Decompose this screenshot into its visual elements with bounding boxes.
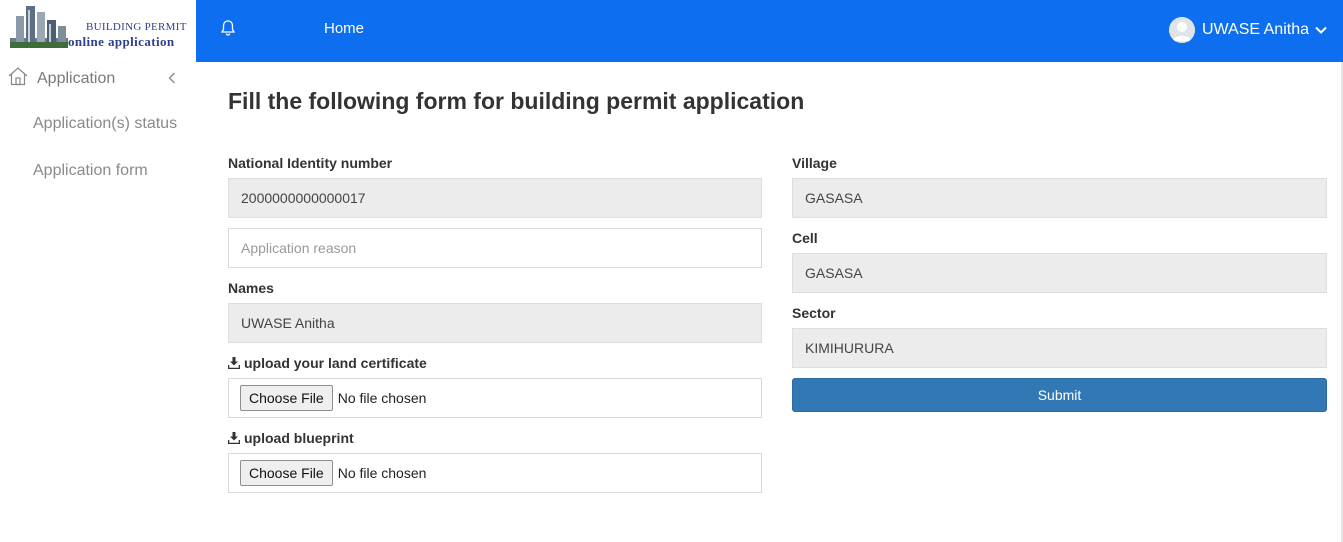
land-certificate-file-input: Choose File No file chosen	[228, 378, 762, 418]
sector-field[interactable]: KIMIHURURA	[792, 328, 1327, 368]
submit-button[interactable]: Submit	[792, 378, 1327, 412]
land-certificate-choose-file-button[interactable]: Choose File	[240, 385, 333, 411]
names-label: Names	[228, 280, 274, 296]
cell-field[interactable]: GASASA	[792, 253, 1327, 293]
blueprint-label-text: upload blueprint	[244, 430, 354, 446]
sidebar-item-application-status[interactable]: Application(s) status	[33, 115, 177, 133]
sector-label: Sector	[792, 305, 836, 321]
national-id-label: National Identity number	[228, 155, 393, 171]
nav-home-link[interactable]: Home	[324, 20, 364, 37]
sidebar: Application Application(s) status Applic…	[0, 62, 196, 542]
home-icon	[8, 67, 28, 86]
village-label: Village	[792, 155, 837, 171]
bell-icon[interactable]	[220, 19, 236, 37]
chevron-left-icon	[168, 72, 175, 84]
logo-title: BUILDING PERMIT	[86, 21, 187, 33]
sidebar-item-application[interactable]: Application	[0, 62, 196, 96]
blueprint-file-status: No file chosen	[337, 465, 427, 481]
page-title: Fill the following form for building per…	[228, 88, 805, 114]
national-id-field[interactable]: 2000000000000017	[228, 178, 762, 218]
download-icon	[228, 357, 240, 369]
download-icon	[228, 432, 240, 444]
village-field[interactable]: GASASA	[792, 178, 1327, 218]
blueprint-file-input: Choose File No file chosen	[228, 453, 762, 493]
logo-subtitle: online application	[68, 34, 175, 49]
cell-label: Cell	[792, 230, 818, 246]
top-navbar: Home UWASE Anitha	[196, 0, 1343, 62]
sidebar-item-application-form[interactable]: Application form	[33, 162, 148, 180]
user-name: UWASE Anitha	[1201, 21, 1309, 38]
names-field[interactable]: UWASE Anitha	[228, 303, 762, 343]
app-logo[interactable]: BUILDING PERMIT online application	[0, 0, 196, 62]
chevron-down-icon	[1315, 26, 1327, 34]
sidebar-item-label: Application	[37, 70, 116, 87]
land-certificate-label: upload your land certificate	[228, 355, 427, 371]
building-logo-icon	[10, 6, 68, 48]
land-certificate-label-text: upload your land certificate	[244, 355, 427, 371]
user-avatar-icon	[1168, 17, 1195, 43]
application-reason-input[interactable]	[228, 228, 762, 268]
user-menu[interactable]: UWASE Anitha	[1168, 16, 1327, 44]
land-certificate-file-status: No file chosen	[337, 390, 427, 406]
main-content: Fill the following form for building per…	[196, 62, 1343, 542]
blueprint-label: upload blueprint	[228, 430, 354, 446]
blueprint-choose-file-button[interactable]: Choose File	[240, 460, 333, 486]
avatar	[1168, 17, 1195, 43]
